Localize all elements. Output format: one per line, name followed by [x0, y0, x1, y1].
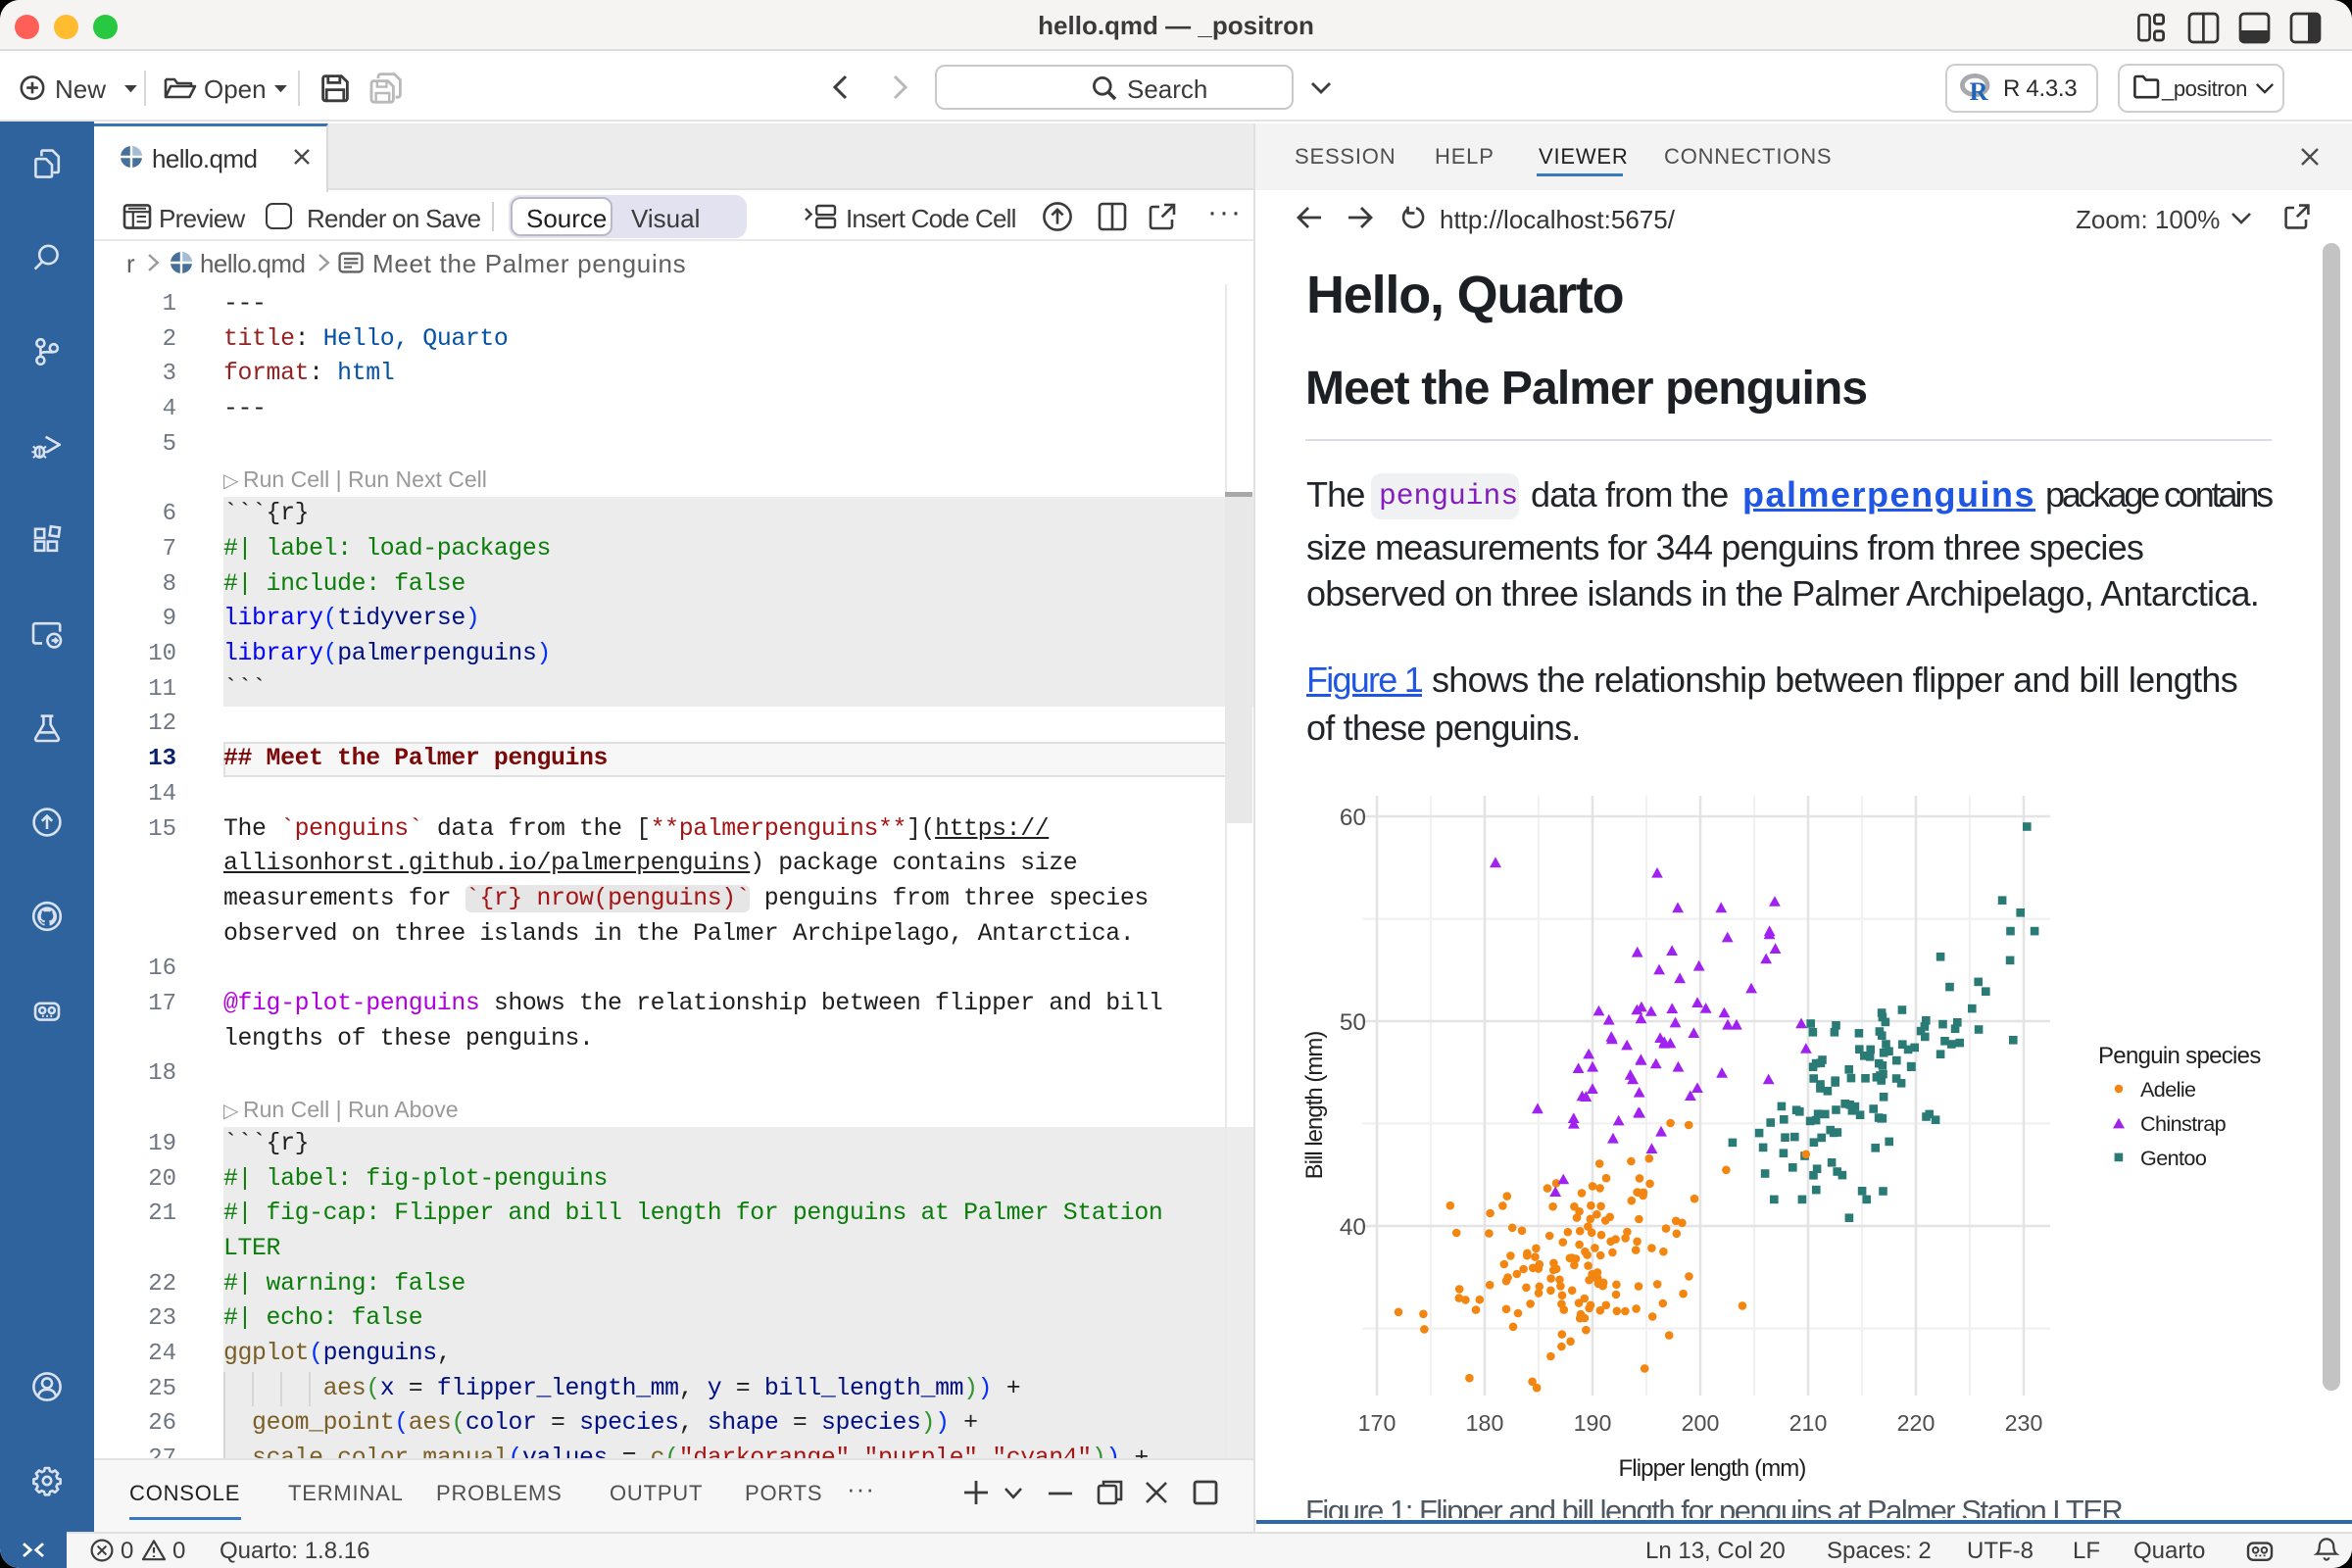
svg-text:220: 220 — [1897, 1410, 1936, 1436]
svg-text:Bill length (mm): Bill length (mm) — [1301, 1032, 1328, 1180]
svg-text:230: 230 — [2005, 1410, 2043, 1436]
svg-text:200: 200 — [1682, 1410, 1720, 1436]
svg-text:Flipper length (mm): Flipper length (mm) — [1619, 1455, 1806, 1482]
svg-text:210: 210 — [1789, 1410, 1828, 1436]
svg-text:50: 50 — [1340, 1009, 1366, 1036]
svg-text:R: R — [1970, 77, 1988, 106]
svg-text:190: 190 — [1574, 1410, 1612, 1436]
svg-text:Penguin species: Penguin species — [2098, 1043, 2261, 1069]
svg-text:180: 180 — [1466, 1410, 1504, 1436]
svg-text:60: 60 — [1340, 805, 1366, 831]
svg-text:170: 170 — [1358, 1410, 1396, 1436]
svg-text:Adelie: Adelie — [2140, 1077, 2196, 1102]
svg-text:Gentoo: Gentoo — [2140, 1146, 2207, 1170]
svg-text:Chinstrap: Chinstrap — [2140, 1111, 2227, 1136]
svg-text:40: 40 — [1340, 1214, 1366, 1241]
